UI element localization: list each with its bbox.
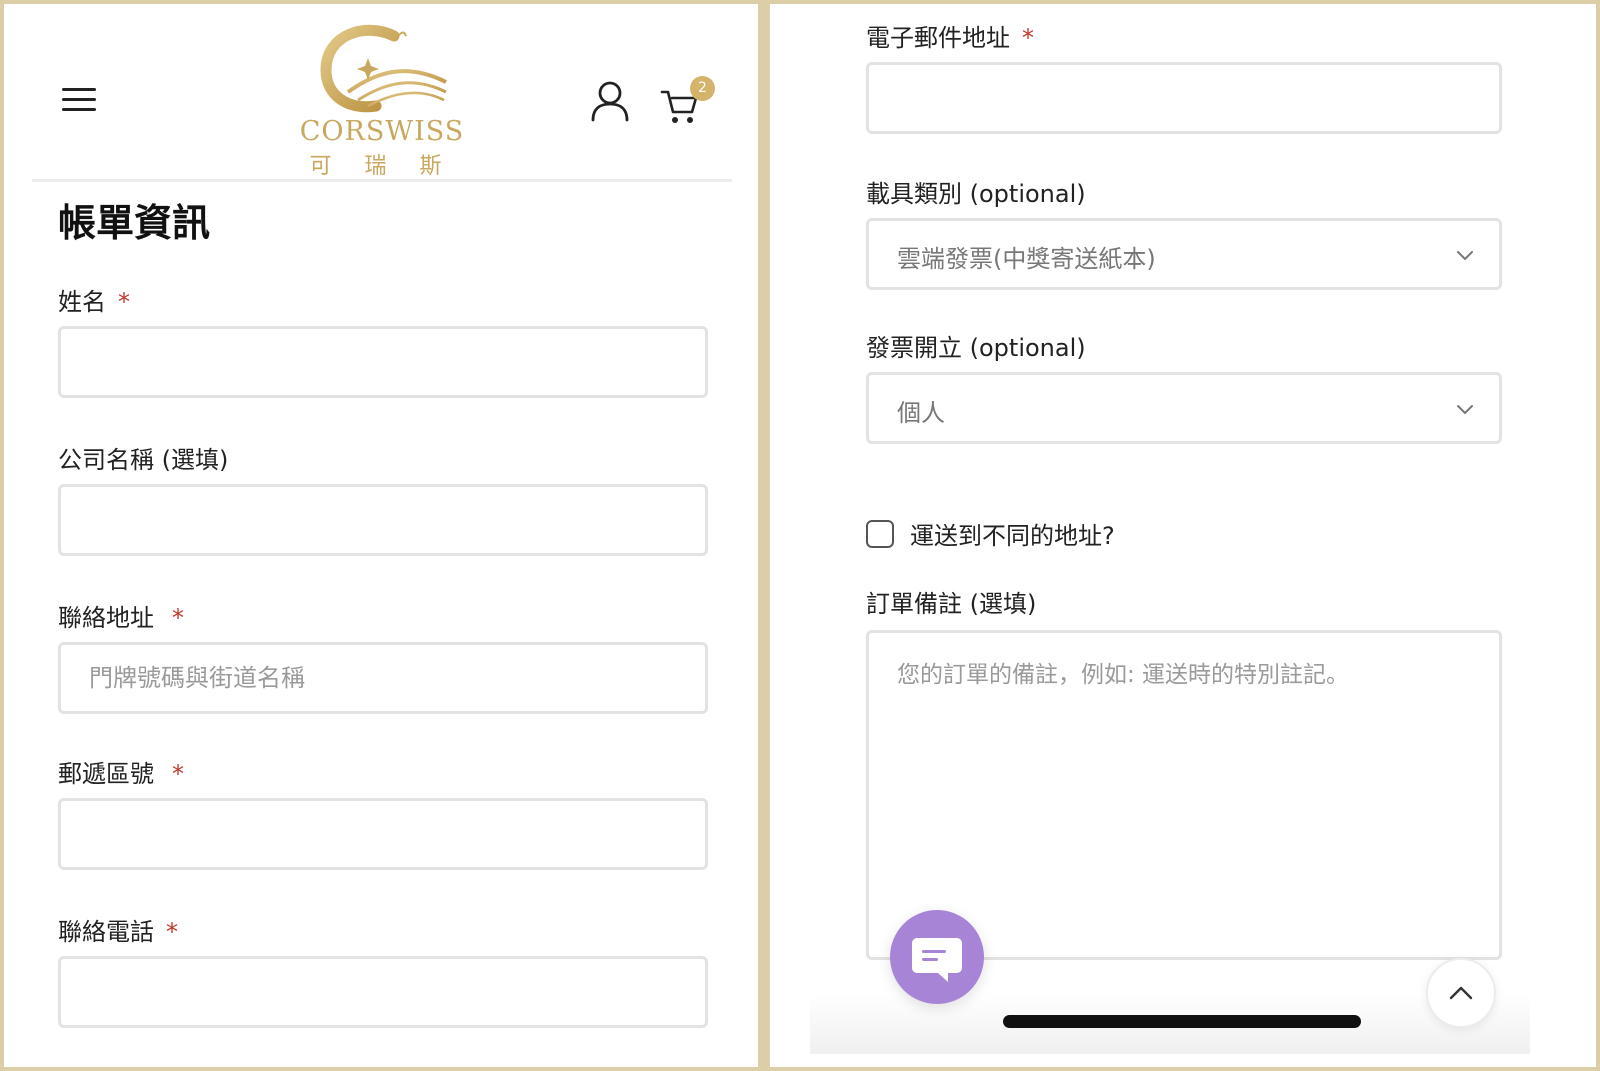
hamburger-icon-line [62,98,96,101]
screenshot-canvas: CORSWISS 可 瑞 斯 2 帳單資訊 姓名 * 公司名稱 (選填) 聯絡地… [0,0,1600,1071]
ship-different-checkbox[interactable] [866,520,894,548]
chevron-down-icon [1457,251,1473,260]
company-label: 公司名稱 (選填) [58,446,229,474]
company-input[interactable] [58,484,708,556]
invoice-type-label: 發票開立 (optional) [866,334,1086,362]
phone-label: 聯絡電話 * [58,912,178,947]
logo-emblem-icon [320,24,447,113]
invoice-type-selected-value: 個人 [897,399,945,427]
required-asterisk: * [118,288,130,316]
postcode-label-text: 郵遞區號 [58,760,154,788]
required-asterisk: * [172,604,184,632]
phone-label-text: 聯絡電話 [58,918,154,946]
required-asterisk: * [166,918,178,946]
address-label: 聯絡地址 * [58,598,184,633]
hamburger-icon-line [62,108,96,111]
invoice-type-select[interactable]: 個人 [866,372,1502,444]
logo-text-zh: 可 瑞 斯 [309,154,455,179]
email-label-text: 電子郵件地址 [866,24,1010,52]
cart-button[interactable]: 2 [660,76,716,126]
chat-button[interactable] [890,910,984,1004]
user-icon [591,81,629,122]
right-panel: 電子郵件地址 * 載具類別 (optional) 雲端發票(中獎寄送紙本) 發票開… [770,4,1596,1067]
hamburger-icon-line [62,88,96,91]
carrier-type-label: 載具類別 (optional) [866,180,1086,208]
postcode-label: 郵遞區號 * [58,754,184,789]
ship-different-label[interactable]: 運送到不同的地址? [910,516,1115,551]
cart-count-badge: 2 [690,76,715,101]
chat-bubble-icon [912,938,962,982]
chevron-up-icon [1449,986,1473,1000]
required-asterisk: * [172,760,184,788]
required-asterisk: * [1022,24,1034,52]
chevron-down-icon [1457,405,1473,414]
email-input[interactable] [866,62,1502,134]
address-label-text: 聯絡地址 [58,604,154,632]
left-panel: CORSWISS 可 瑞 斯 2 帳單資訊 姓名 * 公司名稱 (選填) 聯絡地… [4,4,758,1067]
name-label-text: 姓名 [58,288,106,316]
page-title: 帳單資訊 [58,201,211,245]
name-label: 姓名 * [58,282,130,317]
logo-text-en: CORSWISS [299,116,465,147]
carrier-type-select[interactable]: 雲端發票(中獎寄送紙本) [866,218,1502,290]
carrier-type-selected-value: 雲端發票(中獎寄送紙本) [897,245,1156,273]
header-divider [32,179,732,182]
phone-input[interactable] [58,956,708,1028]
hamburger-menu-button[interactable] [62,86,96,114]
brand-logo[interactable]: CORSWISS 可 瑞 斯 [296,22,468,180]
name-input[interactable] [58,326,708,398]
email-label: 電子郵件地址 * [866,18,1034,53]
account-button[interactable] [590,80,630,122]
scroll-to-top-button[interactable] [1426,958,1496,1028]
postcode-input[interactable] [58,798,708,870]
home-indicator [1003,1015,1361,1028]
address-input[interactable] [58,642,708,714]
order-notes-label: 訂單備註 (選填) [866,590,1037,618]
